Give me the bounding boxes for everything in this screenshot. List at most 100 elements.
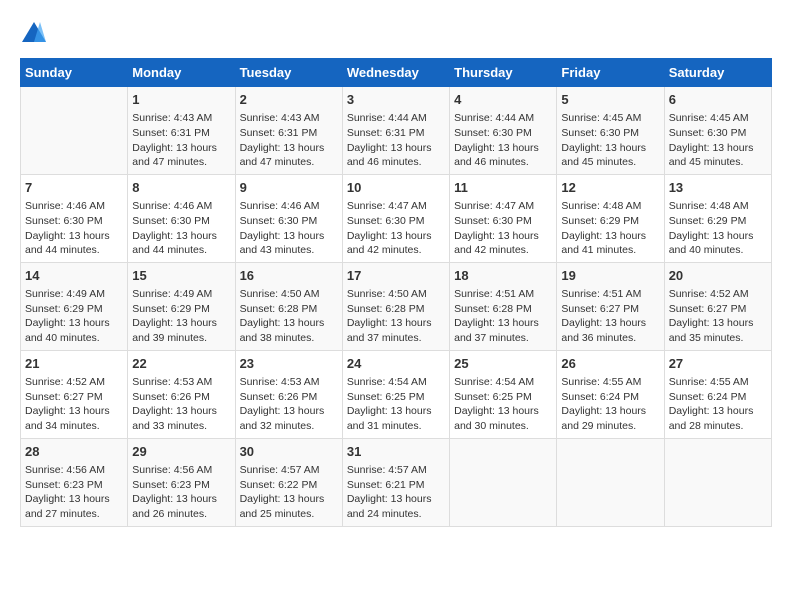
day-info: Sunrise: 4:57 AM Sunset: 6:22 PM Dayligh… — [240, 463, 338, 522]
day-number: 5 — [561, 91, 659, 109]
day-number: 16 — [240, 267, 338, 285]
week-row-2: 7 Sunrise: 4:46 AM Sunset: 6:30 PM Daylig… — [21, 174, 772, 262]
day-info: Sunrise: 4:50 AM Sunset: 6:28 PM Dayligh… — [240, 287, 338, 346]
calendar-cell: 28 Sunrise: 4:56 AM Sunset: 6:23 PM Dayli… — [21, 438, 128, 526]
day-number: 8 — [132, 179, 230, 197]
day-info: Sunrise: 4:46 AM Sunset: 6:30 PM Dayligh… — [132, 199, 230, 258]
header-sunday: Sunday — [21, 59, 128, 87]
day-number: 18 — [454, 267, 552, 285]
day-info: Sunrise: 4:51 AM Sunset: 6:28 PM Dayligh… — [454, 287, 552, 346]
calendar-cell: 24 Sunrise: 4:54 AM Sunset: 6:25 PM Dayli… — [342, 350, 449, 438]
day-info: Sunrise: 4:47 AM Sunset: 6:30 PM Dayligh… — [454, 199, 552, 258]
header-thursday: Thursday — [450, 59, 557, 87]
calendar-cell: 14 Sunrise: 4:49 AM Sunset: 6:29 PM Dayli… — [21, 262, 128, 350]
day-info: Sunrise: 4:56 AM Sunset: 6:23 PM Dayligh… — [132, 463, 230, 522]
day-number: 6 — [669, 91, 767, 109]
calendar-cell — [664, 438, 771, 526]
calendar-cell: 30Sunrise: 4:57 AM Sunset: 6:22 PM Dayli… — [235, 438, 342, 526]
week-row-4: 21 Sunrise: 4:52 AM Sunset: 6:27 PM Dayli… — [21, 350, 772, 438]
calendar-cell: 12Sunrise: 4:48 AM Sunset: 6:29 PM Dayli… — [557, 174, 664, 262]
day-number: 4 — [454, 91, 552, 109]
day-info: Sunrise: 4:47 AM Sunset: 6:30 PM Dayligh… — [347, 199, 445, 258]
calendar-cell: 25 Sunrise: 4:54 AM Sunset: 6:25 PM Dayli… — [450, 350, 557, 438]
calendar-cell: 16 Sunrise: 4:50 AM Sunset: 6:28 PM Dayli… — [235, 262, 342, 350]
calendar-cell: 17 Sunrise: 4:50 AM Sunset: 6:28 PM Dayli… — [342, 262, 449, 350]
calendar-cell: 18 Sunrise: 4:51 AM Sunset: 6:28 PM Dayli… — [450, 262, 557, 350]
calendar-cell: 23Sunrise: 4:53 AM Sunset: 6:26 PM Dayli… — [235, 350, 342, 438]
day-info: Sunrise: 4:46 AM Sunset: 6:30 PM Dayligh… — [25, 199, 123, 258]
day-number: 20 — [669, 267, 767, 285]
day-number: 9 — [240, 179, 338, 197]
day-info: Sunrise: 4:55 AM Sunset: 6:24 PM Dayligh… — [561, 375, 659, 434]
logo-icon — [20, 20, 48, 48]
day-info: Sunrise: 4:49 AM Sunset: 6:29 PM Dayligh… — [25, 287, 123, 346]
calendar-cell: 3 Sunrise: 4:44 AM Sunset: 6:31 PM Daylig… — [342, 87, 449, 175]
week-row-3: 14 Sunrise: 4:49 AM Sunset: 6:29 PM Dayli… — [21, 262, 772, 350]
day-info: Sunrise: 4:45 AM Sunset: 6:30 PM Dayligh… — [561, 111, 659, 170]
day-info: Sunrise: 4:54 AM Sunset: 6:25 PM Dayligh… — [347, 375, 445, 434]
day-info: Sunrise: 4:46 AM Sunset: 6:30 PM Dayligh… — [240, 199, 338, 258]
day-number: 14 — [25, 267, 123, 285]
day-number: 31 — [347, 443, 445, 461]
calendar-cell: 11 Sunrise: 4:47 AM Sunset: 6:30 PM Dayli… — [450, 174, 557, 262]
calendar-cell: 29 Sunrise: 4:56 AM Sunset: 6:23 PM Dayli… — [128, 438, 235, 526]
header-tuesday: Tuesday — [235, 59, 342, 87]
day-number: 13 — [669, 179, 767, 197]
page-header — [20, 20, 772, 48]
day-number: 22 — [132, 355, 230, 373]
day-number: 17 — [347, 267, 445, 285]
day-number: 11 — [454, 179, 552, 197]
day-number: 21 — [25, 355, 123, 373]
day-number: 29 — [132, 443, 230, 461]
header-saturday: Saturday — [664, 59, 771, 87]
day-number: 10 — [347, 179, 445, 197]
day-info: Sunrise: 4:56 AM Sunset: 6:23 PM Dayligh… — [25, 463, 123, 522]
calendar-header: SundayMondayTuesdayWednesdayThursdayFrid… — [21, 59, 772, 87]
calendar-cell: 5 Sunrise: 4:45 AM Sunset: 6:30 PM Daylig… — [557, 87, 664, 175]
day-info: Sunrise: 4:52 AM Sunset: 6:27 PM Dayligh… — [669, 287, 767, 346]
day-info: Sunrise: 4:54 AM Sunset: 6:25 PM Dayligh… — [454, 375, 552, 434]
day-number: 3 — [347, 91, 445, 109]
header-friday: Friday — [557, 59, 664, 87]
day-info: Sunrise: 4:43 AM Sunset: 6:31 PM Dayligh… — [240, 111, 338, 170]
calendar-cell: 31 Sunrise: 4:57 AM Sunset: 6:21 PM Dayli… — [342, 438, 449, 526]
day-info: Sunrise: 4:44 AM Sunset: 6:31 PM Dayligh… — [347, 111, 445, 170]
day-info: Sunrise: 4:57 AM Sunset: 6:21 PM Dayligh… — [347, 463, 445, 522]
day-info: Sunrise: 4:48 AM Sunset: 6:29 PM Dayligh… — [561, 199, 659, 258]
calendar-cell: 19Sunrise: 4:51 AM Sunset: 6:27 PM Dayli… — [557, 262, 664, 350]
day-info: Sunrise: 4:50 AM Sunset: 6:28 PM Dayligh… — [347, 287, 445, 346]
header-wednesday: Wednesday — [342, 59, 449, 87]
day-number: 7 — [25, 179, 123, 197]
calendar-cell: 6 Sunrise: 4:45 AM Sunset: 6:30 PM Daylig… — [664, 87, 771, 175]
calendar-cell: 7 Sunrise: 4:46 AM Sunset: 6:30 PM Daylig… — [21, 174, 128, 262]
calendar-body: 1 Sunrise: 4:43 AM Sunset: 6:31 PM Daylig… — [21, 87, 772, 527]
calendar-cell — [557, 438, 664, 526]
day-number: 26 — [561, 355, 659, 373]
calendar-cell: 9 Sunrise: 4:46 AM Sunset: 6:30 PM Daylig… — [235, 174, 342, 262]
calendar-cell: 26 Sunrise: 4:55 AM Sunset: 6:24 PM Dayli… — [557, 350, 664, 438]
day-number: 1 — [132, 91, 230, 109]
calendar-cell: 4 Sunrise: 4:44 AM Sunset: 6:30 PM Daylig… — [450, 87, 557, 175]
day-info: Sunrise: 4:45 AM Sunset: 6:30 PM Dayligh… — [669, 111, 767, 170]
header-monday: Monday — [128, 59, 235, 87]
day-info: Sunrise: 4:51 AM Sunset: 6:27 PM Dayligh… — [561, 287, 659, 346]
calendar-cell: 13 Sunrise: 4:48 AM Sunset: 6:29 PM Dayli… — [664, 174, 771, 262]
day-number: 24 — [347, 355, 445, 373]
day-info: Sunrise: 4:53 AM Sunset: 6:26 PM Dayligh… — [132, 375, 230, 434]
day-info: Sunrise: 4:52 AM Sunset: 6:27 PM Dayligh… — [25, 375, 123, 434]
calendar-cell: 1 Sunrise: 4:43 AM Sunset: 6:31 PM Daylig… — [128, 87, 235, 175]
calendar-cell: 20 Sunrise: 4:52 AM Sunset: 6:27 PM Dayli… — [664, 262, 771, 350]
day-number: 25 — [454, 355, 552, 373]
calendar-cell: 22 Sunrise: 4:53 AM Sunset: 6:26 PM Dayli… — [128, 350, 235, 438]
logo — [20, 20, 52, 48]
day-number: 15 — [132, 267, 230, 285]
calendar-cell: 27Sunrise: 4:55 AM Sunset: 6:24 PM Dayli… — [664, 350, 771, 438]
calendar-cell — [450, 438, 557, 526]
day-info: Sunrise: 4:43 AM Sunset: 6:31 PM Dayligh… — [132, 111, 230, 170]
header-row: SundayMondayTuesdayWednesdayThursdayFrid… — [21, 59, 772, 87]
week-row-5: 28 Sunrise: 4:56 AM Sunset: 6:23 PM Dayli… — [21, 438, 772, 526]
calendar-cell: 10 Sunrise: 4:47 AM Sunset: 6:30 PM Dayli… — [342, 174, 449, 262]
day-info: Sunrise: 4:48 AM Sunset: 6:29 PM Dayligh… — [669, 199, 767, 258]
day-number: 28 — [25, 443, 123, 461]
day-info: Sunrise: 4:44 AM Sunset: 6:30 PM Dayligh… — [454, 111, 552, 170]
